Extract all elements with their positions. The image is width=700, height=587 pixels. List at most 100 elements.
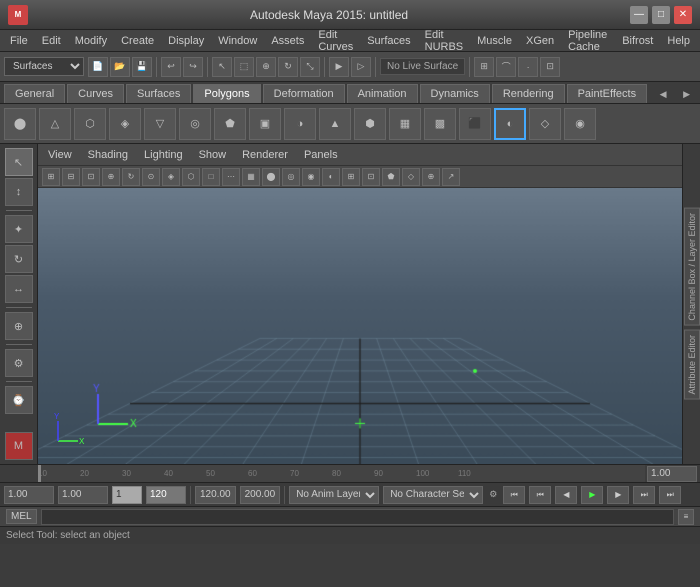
- open-icon[interactable]: 📂: [110, 57, 130, 77]
- tab-surfaces[interactable]: Surfaces: [126, 84, 191, 103]
- viewport-renderer-menu[interactable]: Renderer: [236, 147, 294, 163]
- vp-icon-20[interactable]: ⊕: [422, 168, 440, 186]
- tab-rendering[interactable]: Rendering: [492, 84, 565, 103]
- char-set-dropdown[interactable]: No Character Set: [383, 486, 483, 504]
- frame-field[interactable]: [112, 486, 142, 504]
- tab-general[interactable]: General: [4, 84, 65, 103]
- viewport-3d[interactable]: X Y: [38, 188, 682, 464]
- shelf-icon-16[interactable]: ◇: [529, 108, 561, 140]
- shelf-icon-5[interactable]: ▽: [144, 108, 176, 140]
- tab-curves[interactable]: Curves: [67, 84, 124, 103]
- maximize-button[interactable]: □: [652, 6, 670, 24]
- skip-end-btn[interactable]: ⏭: [659, 486, 681, 504]
- vp-icon-7[interactable]: ◈: [162, 168, 180, 186]
- universal-manip[interactable]: ⊕: [5, 312, 33, 340]
- vp-icon-8[interactable]: ⬡: [182, 168, 200, 186]
- viewport-show-menu[interactable]: Show: [193, 147, 233, 163]
- snap-view-icon[interactable]: ⊡: [540, 57, 560, 77]
- vp-icon-4[interactable]: ⊕: [102, 168, 120, 186]
- history-icon[interactable]: ⌚: [5, 386, 33, 414]
- minimize-button[interactable]: —: [630, 6, 648, 24]
- vp-icon-21[interactable]: ↗: [442, 168, 460, 186]
- menu-muscle[interactable]: Muscle: [471, 33, 518, 49]
- shelf-icon-10[interactable]: ▲: [319, 108, 351, 140]
- paint-select-tool[interactable]: ↕: [5, 178, 33, 206]
- shelf-icon-2[interactable]: △: [39, 108, 71, 140]
- shelf-icon-12[interactable]: ▦: [389, 108, 421, 140]
- menu-modify[interactable]: Modify: [69, 33, 113, 49]
- vp-icon-10[interactable]: ⋯: [222, 168, 240, 186]
- tab-animation[interactable]: Animation: [347, 84, 418, 103]
- vp-icon-6[interactable]: ⊙: [142, 168, 160, 186]
- tab-dynamics[interactable]: Dynamics: [420, 84, 490, 103]
- select-tool[interactable]: ↖: [5, 148, 33, 176]
- vp-icon-19[interactable]: ◇: [402, 168, 420, 186]
- next-frame-btn[interactable]: ▶: [607, 486, 629, 504]
- tab-painteffects[interactable]: PaintEffects: [567, 84, 648, 103]
- vp-icon-16[interactable]: ⊞: [342, 168, 360, 186]
- vp-icon-1[interactable]: ⊞: [42, 168, 60, 186]
- rotate-icon[interactable]: ↻: [278, 57, 298, 77]
- shelf-icon-8[interactable]: ▣: [249, 108, 281, 140]
- menu-xgen[interactable]: XGen: [520, 33, 560, 49]
- new-scene-icon[interactable]: 📄: [88, 57, 108, 77]
- rotate-tool[interactable]: ↻: [5, 245, 33, 273]
- close-button[interactable]: ✕: [674, 6, 692, 24]
- shelf-icon-9[interactable]: ◑: [284, 108, 316, 140]
- vp-icon-11[interactable]: ▦: [242, 168, 260, 186]
- menu-window[interactable]: Window: [212, 33, 263, 49]
- menu-pipeline-cache[interactable]: Pipeline Cache: [562, 27, 614, 55]
- shelf-icon-6[interactable]: ◎: [179, 108, 211, 140]
- menu-help[interactable]: Help: [661, 33, 696, 49]
- vp-icon-15[interactable]: ◐: [322, 168, 340, 186]
- status-right-icon[interactable]: ≡: [678, 509, 694, 525]
- shelf-scroll-left[interactable]: ◀: [654, 86, 673, 103]
- render-icon[interactable]: ▶: [329, 57, 349, 77]
- shelf-icon-4[interactable]: ◈: [109, 108, 141, 140]
- next-key-btn[interactable]: ⏭: [633, 486, 655, 504]
- char-set-icon[interactable]: ⚙: [487, 489, 499, 500]
- shelf-icon-17[interactable]: ◉: [564, 108, 596, 140]
- workspace-dropdown[interactable]: Surfaces: [4, 57, 84, 76]
- play-btn[interactable]: ▶: [581, 486, 603, 504]
- menu-edit[interactable]: Edit: [36, 33, 67, 49]
- menu-edit-nurbs[interactable]: Edit NURBS: [419, 27, 470, 55]
- prev-frame-btn[interactable]: ◀: [555, 486, 577, 504]
- vp-icon-12[interactable]: ⬤: [262, 168, 280, 186]
- vp-icon-2[interactable]: ⊟: [62, 168, 80, 186]
- move-icon[interactable]: ⊕: [256, 57, 276, 77]
- attribute-editor-tab[interactable]: Attribute Editor: [684, 330, 700, 400]
- range-end-input[interactable]: [647, 466, 697, 482]
- snap-point-icon[interactable]: ·: [518, 57, 538, 77]
- lasso-icon[interactable]: ⬚: [234, 57, 254, 77]
- snap-grid-icon[interactable]: ⊞: [474, 57, 494, 77]
- time-start-field[interactable]: [4, 486, 54, 504]
- menu-edit-curves[interactable]: Edit Curves: [312, 27, 359, 55]
- vp-icon-5[interactable]: ↻: [122, 168, 140, 186]
- shelf-scroll-right[interactable]: ▶: [677, 86, 696, 103]
- select-icon[interactable]: ↖: [212, 57, 232, 77]
- menu-display[interactable]: Display: [162, 33, 210, 49]
- menu-create[interactable]: Create: [115, 33, 160, 49]
- tab-deformation[interactable]: Deformation: [263, 84, 345, 103]
- maya-logo-icon[interactable]: M: [5, 432, 33, 460]
- shelf-icon-13[interactable]: ▩: [424, 108, 456, 140]
- viewport-panels-menu[interactable]: Panels: [298, 147, 344, 163]
- menu-assets[interactable]: Assets: [265, 33, 310, 49]
- menu-surfaces[interactable]: Surfaces: [361, 33, 416, 49]
- shelf-icon-11[interactable]: ⬢: [354, 108, 386, 140]
- viewport-shading-menu[interactable]: Shading: [82, 147, 134, 163]
- menu-bifrost[interactable]: Bifrost: [616, 33, 659, 49]
- viewport-lighting-menu[interactable]: Lighting: [138, 147, 189, 163]
- undo-icon[interactable]: ↩: [161, 57, 181, 77]
- channel-box-tab[interactable]: Channel Box / Layer Editor: [684, 208, 700, 326]
- snap-curve-icon[interactable]: ⌒: [496, 57, 516, 77]
- vp-icon-9[interactable]: □: [202, 168, 220, 186]
- soft-mod-tool[interactable]: ⚙: [5, 349, 33, 377]
- prev-key-btn[interactable]: ⏮: [529, 486, 551, 504]
- menu-file[interactable]: File: [4, 33, 34, 49]
- viewport-view-menu[interactable]: View: [42, 147, 78, 163]
- skip-start-btn[interactable]: ⏮: [503, 486, 525, 504]
- shelf-icon-14[interactable]: ⬛: [459, 108, 491, 140]
- shelf-icon-3[interactable]: ⬡: [74, 108, 106, 140]
